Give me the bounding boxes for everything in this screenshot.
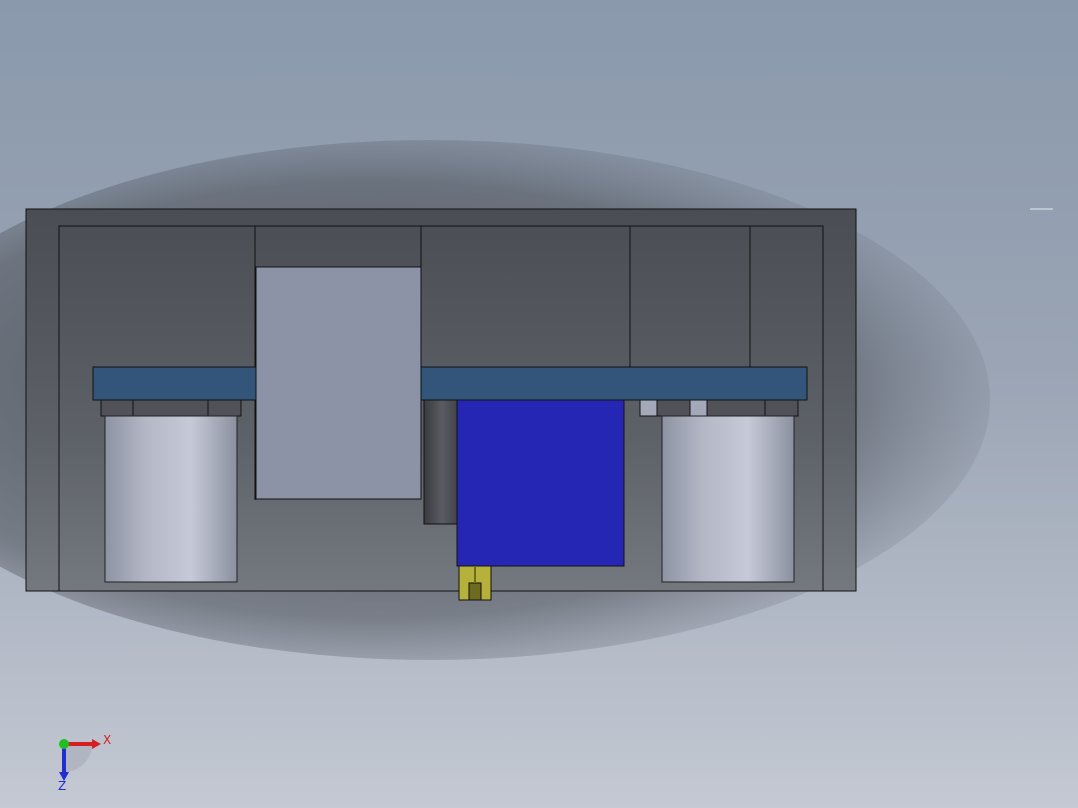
right-flange[interactable]: [639, 399, 799, 417]
z-axis-label: Z: [58, 779, 66, 793]
graphics-viewport[interactable]: X Z: [0, 0, 1078, 808]
connector-fitting[interactable]: [458, 565, 492, 601]
right-flange-pad-a: [639, 399, 658, 417]
left-flange[interactable]: [100, 399, 242, 417]
right-flange-pad-b: [689, 399, 708, 417]
y-axis-dot: [59, 739, 69, 749]
motor-body[interactable]: [456, 399, 625, 567]
guide-block[interactable]: [255, 266, 422, 500]
left-cylinder[interactable]: [104, 415, 238, 583]
mounting-plate[interactable]: [92, 366, 808, 401]
x-axis-label: X: [103, 733, 111, 747]
guide-rod[interactable]: [423, 399, 461, 525]
right-cylinder[interactable]: [661, 415, 795, 583]
cad-model-view[interactable]: X Z: [0, 0, 1078, 808]
